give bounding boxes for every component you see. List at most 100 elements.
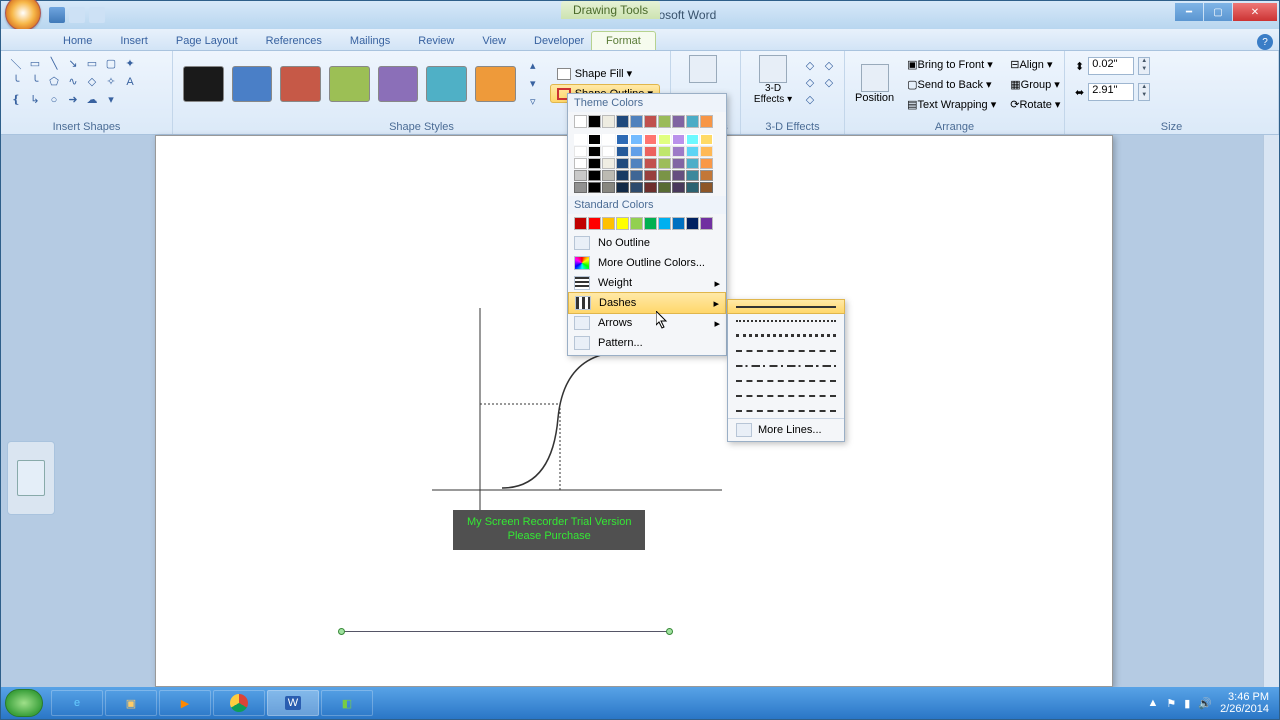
tilt-down-icon[interactable]: ◇ [801,91,819,108]
color-swatch[interactable] [700,217,713,230]
shape-oval-icon[interactable]: ○ [45,91,63,108]
color-swatch[interactable] [658,182,671,193]
color-swatch[interactable] [644,134,657,145]
shape-connector2-icon[interactable]: ╰ [26,73,44,90]
shape-rect-icon[interactable]: ▭ [26,55,44,72]
shape-cloud-icon[interactable]: ☁ [83,91,101,108]
color-swatch[interactable] [616,134,629,145]
tab-format[interactable]: Format [591,31,656,50]
dash-long-dash[interactable] [728,373,844,388]
color-swatch[interactable] [616,170,629,181]
text-wrapping-button[interactable]: ▤ Text Wrapping ▾ [900,95,1003,114]
color-swatch[interactable] [602,115,615,128]
tab-home[interactable]: Home [49,32,106,50]
color-swatch[interactable] [700,170,713,181]
tab-references[interactable]: References [252,32,336,50]
task-chrome[interactable] [213,690,265,716]
color-swatch[interactable] [588,158,601,169]
tilt-left-icon[interactable]: ◇ [801,74,819,91]
dash-round-dot[interactable] [728,313,844,328]
style-swatch[interactable] [378,66,419,102]
color-swatch[interactable] [672,170,685,181]
color-swatch[interactable] [630,170,643,181]
color-swatch[interactable] [644,170,657,181]
color-swatch[interactable] [700,146,713,157]
tab-page-layout[interactable]: Page Layout [162,32,252,50]
gallery-up-icon[interactable]: ▴ [524,57,542,74]
weight-item[interactable]: Weight▸ [568,273,726,293]
color-swatch[interactable] [658,115,671,128]
send-to-back-button[interactable]: ▢ Send to Back ▾ [900,75,1003,94]
color-swatch[interactable] [672,115,685,128]
no-outline-item[interactable]: No Outline [568,233,726,253]
shape-square-icon[interactable]: ▢ [102,55,120,72]
office-button[interactable] [5,0,41,31]
color-swatch[interactable] [672,158,685,169]
vertical-scrollbar[interactable] [1263,135,1279,687]
color-swatch[interactable] [588,217,601,230]
shape-polygon-icon[interactable]: ⬠ [45,73,63,90]
color-swatch[interactable] [630,182,643,193]
color-swatch[interactable] [644,146,657,157]
dash-long-dash-dot-dot[interactable] [728,403,844,418]
tab-insert[interactable]: Insert [106,32,162,50]
shape-brace-icon[interactable]: ❴ [7,91,25,108]
color-swatch[interactable] [630,115,643,128]
color-swatch[interactable] [602,158,615,169]
clock[interactable]: 3:46 PM 2/26/2014 [1220,691,1269,715]
style-swatch[interactable] [232,66,273,102]
color-swatch[interactable] [686,182,699,193]
style-swatch[interactable] [183,66,224,102]
style-swatch[interactable] [329,66,370,102]
color-swatch[interactable] [602,170,615,181]
dash-dash[interactable] [728,343,844,358]
tab-mailings[interactable]: Mailings [336,32,404,50]
task-ie[interactable]: e [51,690,103,716]
shadow-effects-button[interactable] [675,53,731,85]
color-swatch[interactable] [602,182,615,193]
bring-to-front-button[interactable]: ▣ Bring to Front ▾ [900,55,1003,74]
color-swatch[interactable] [644,158,657,169]
textbox-icon[interactable]: A [121,73,139,90]
task-word[interactable]: W [267,690,319,716]
style-swatch[interactable] [426,66,467,102]
color-swatch[interactable] [644,217,657,230]
color-swatch[interactable] [686,134,699,145]
color-swatch[interactable] [602,217,615,230]
color-swatch[interactable] [574,217,587,230]
color-swatch[interactable] [658,217,671,230]
recycle-bin-thumbnail[interactable] [7,441,55,515]
shape-line-icon[interactable]: ＼ [7,55,25,72]
more-lines-item[interactable]: More Lines... [728,418,844,441]
arrows-item[interactable]: Arrows▸ [568,313,726,333]
color-swatch[interactable] [630,158,643,169]
color-swatch[interactable] [602,134,615,145]
shape-curve-icon[interactable]: ∿ [64,73,82,90]
color-swatch[interactable] [588,115,601,128]
style-swatch[interactable] [280,66,321,102]
color-swatch[interactable] [616,115,629,128]
shape-arrow2-icon[interactable]: ➜ [64,91,82,108]
minimize-button[interactable]: ━ [1175,3,1203,21]
color-swatch[interactable] [672,146,685,157]
group-button[interactable]: ▦ Group ▾ [1003,75,1067,94]
network-icon[interactable]: ▮ [1184,697,1190,710]
color-swatch[interactable] [644,115,657,128]
pattern-item[interactable]: Pattern... [568,333,726,353]
color-swatch[interactable] [588,134,601,145]
color-swatch[interactable] [686,146,699,157]
tilt-up-icon[interactable]: ◇ [801,57,819,74]
color-swatch[interactable] [574,170,587,181]
color-swatch[interactable] [588,170,601,181]
color-swatch[interactable] [588,146,601,157]
color-swatch[interactable] [658,170,671,181]
color-swatch[interactable] [644,182,657,193]
color-swatch[interactable] [616,146,629,157]
dash-square-dot[interactable] [728,328,844,343]
color-swatch[interactable] [630,146,643,157]
color-swatch[interactable] [630,217,643,230]
shape-star-icon[interactable]: ✧ [102,73,120,90]
tilt-right-icon[interactable]: ◇ [820,74,838,91]
redo-icon[interactable] [89,7,105,23]
color-swatch[interactable] [700,134,713,145]
